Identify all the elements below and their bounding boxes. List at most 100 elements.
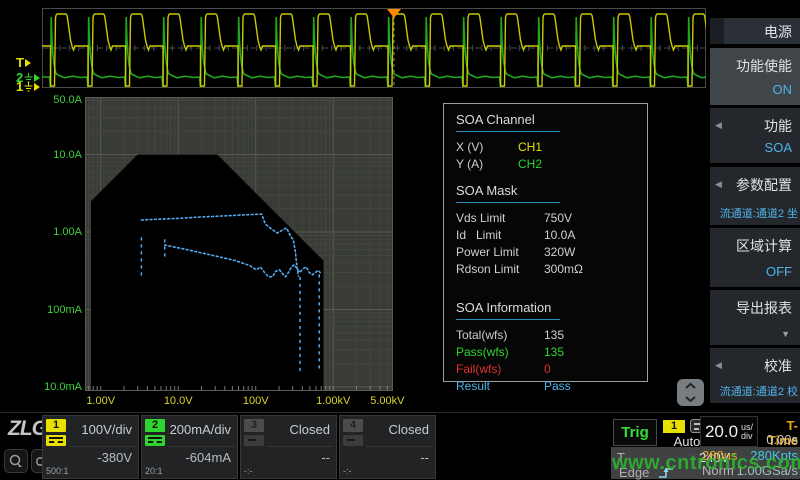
soa-row-label: Pass(wfs) bbox=[456, 344, 544, 361]
soa-panel-section: SOA Mask Vds Limit750VId Limit10.0APower … bbox=[456, 183, 635, 278]
soa-panel-row: Fail(wfs)0 bbox=[456, 361, 635, 378]
touch-mode-button[interactable] bbox=[4, 449, 28, 473]
channel-4-badge: 4 bbox=[343, 419, 363, 432]
touch-icon bbox=[8, 453, 24, 469]
oscilloscope-screen: T21 50.0A10.0A1.00A100mA10.0mA1.00V10.0V… bbox=[0, 0, 800, 480]
soa-panel-section: SOA Information Total(wfs)135Pass(wfs)135… bbox=[456, 300, 635, 395]
soa-panel-row: Power Limit320W bbox=[456, 244, 635, 261]
sidebar-item-params[interactable]: ◀ 参数配置流通道:通道2 坐 bbox=[710, 167, 800, 225]
soa-row-label: Fail(wfs) bbox=[456, 361, 544, 378]
channel-4-box[interactable]: 4 Closed -- -:- bbox=[339, 415, 436, 479]
soa-section-title: SOA Information bbox=[456, 300, 560, 320]
soa-info-panel: SOA Channel X (V)CH1Y (A)CH2 SOA Mask Vds L… bbox=[443, 103, 648, 382]
soa-row-value: 300mΩ bbox=[544, 261, 583, 278]
soa-panel-row: Rdson Limit300mΩ bbox=[456, 261, 635, 278]
coupling-icon bbox=[244, 435, 264, 446]
soa-section-title: SOA Channel bbox=[456, 112, 560, 132]
channel-scale: 100V/div bbox=[81, 422, 132, 437]
soa-row-label: Power Limit bbox=[456, 244, 544, 261]
sidebar-item-label: 区域计算 bbox=[736, 236, 792, 256]
y-axis-tick-label: 10.0mA bbox=[34, 381, 82, 393]
sidebar-item-area-calc[interactable]: 区域计算 OFF bbox=[710, 228, 800, 287]
sidebar-item-label: 参数配置 bbox=[736, 175, 792, 195]
soa-row-label: X (V) bbox=[456, 139, 518, 156]
channel-offset: -604mA bbox=[185, 450, 231, 465]
sidebar-item-function[interactable]: ◀功能SOA bbox=[710, 108, 800, 163]
soa-row-label: Rdson Limit bbox=[456, 261, 544, 278]
channel-2-box[interactable]: 2200mA/div-604mA20:1 bbox=[141, 415, 238, 479]
x-axis-tick-label: 1.00kV bbox=[316, 395, 350, 407]
soa-row-value: 0 bbox=[544, 361, 551, 378]
trigger-label: Trig bbox=[613, 419, 657, 446]
probe-ratio: 20:1 bbox=[145, 466, 163, 476]
channel-1-badge: 1 bbox=[46, 419, 66, 432]
chevron-left-icon: ◀ bbox=[715, 179, 722, 190]
channel-scale: Closed bbox=[290, 422, 330, 437]
soa-row-value: 10.0A bbox=[544, 227, 575, 244]
soa-row-value: 750V bbox=[544, 210, 572, 227]
sidebar-item-label: 校准 bbox=[764, 356, 792, 376]
channel-3-box[interactable]: 3Closed---:- bbox=[240, 415, 337, 479]
chevron-left-icon: ◀ bbox=[715, 360, 722, 371]
chevron-down-icon: ▼ bbox=[781, 329, 790, 339]
menu-sidebar: 电源功能使能ON◀功能SOA◀参数配置流通道:通道2 坐区域计算OFF导出报表▼… bbox=[708, 0, 800, 412]
soa-row-label: Id Limit bbox=[456, 227, 544, 244]
sidebar-item-power[interactable]: 电源 bbox=[710, 18, 800, 44]
marker-1: 1 bbox=[16, 79, 40, 94]
soa-plot bbox=[85, 97, 393, 391]
soa-row-label: Result bbox=[456, 378, 544, 395]
y-axis-tick-label: 1.00A bbox=[34, 226, 82, 238]
sidebar-item-calibration[interactable]: ◀ 校准流通道:通道2 校 bbox=[710, 348, 800, 403]
ground-icon bbox=[24, 82, 33, 92]
chevron-left-icon: ◀ bbox=[715, 120, 722, 131]
marker-arrow-icon bbox=[34, 83, 40, 91]
soa-panel-row: Vds Limit750V bbox=[456, 210, 635, 227]
soa-panel-row: Total(wfs)135 bbox=[456, 327, 635, 344]
channel-offset: -380V bbox=[97, 450, 132, 465]
soa-row-value: Pass bbox=[544, 378, 571, 395]
channel-1-box[interactable]: 1 100V/div -380V 500:1 bbox=[42, 415, 139, 479]
sidebar-item-value: SOA bbox=[765, 140, 792, 155]
chevron-down-icon bbox=[684, 395, 697, 403]
soa-row-value: 320W bbox=[544, 244, 575, 261]
marker-arrow-icon bbox=[25, 59, 31, 67]
y-axis-tick-label: 100mA bbox=[34, 304, 82, 316]
soa-panel-row: Id Limit10.0A bbox=[456, 227, 635, 244]
channel-offset: -- bbox=[420, 450, 429, 465]
soa-row-label: Vds Limit bbox=[456, 210, 544, 227]
soa-panel-row: Y (A)CH2 bbox=[456, 156, 635, 173]
soa-section-title: SOA Mask bbox=[456, 183, 560, 203]
marker-label: T bbox=[16, 55, 24, 70]
x-axis-tick-label: 100V bbox=[243, 395, 269, 407]
channel-offset: -- bbox=[321, 450, 330, 465]
soa-panel-row: ResultPass bbox=[456, 378, 635, 395]
sidebar-item-label: 导出报表 bbox=[736, 298, 792, 318]
menu-scroll-widget bbox=[677, 379, 704, 406]
timebase-scale: 20.0 bbox=[705, 422, 738, 442]
sidebar-item-enable[interactable]: 功能使能ON bbox=[710, 48, 800, 105]
soa-row-value: 135 bbox=[544, 327, 564, 344]
menu-scroll-up-button[interactable] bbox=[677, 379, 704, 393]
watermark: www.cntronics.com bbox=[612, 452, 800, 475]
channel-scale: Closed bbox=[389, 422, 429, 437]
x-axis-tick-label: 5.00kV bbox=[370, 395, 404, 407]
sidebar-item-value: OFF bbox=[766, 264, 792, 279]
probe-ratio: 500:1 bbox=[46, 466, 69, 476]
sidebar-item-subtext: 流通道:通道2 坐 bbox=[710, 205, 798, 221]
soa-row-label: Y (A) bbox=[456, 156, 518, 173]
sidebar-item-export[interactable]: 导出报表 ▼ bbox=[710, 290, 800, 345]
coupling-icon bbox=[343, 435, 363, 446]
soa-row-value: CH2 bbox=[518, 156, 542, 173]
marker-T: T bbox=[16, 55, 31, 70]
menu-scroll-down-button[interactable] bbox=[677, 393, 704, 407]
soa-panel-section: SOA Channel X (V)CH1Y (A)CH2 bbox=[456, 112, 635, 173]
x-axis-tick-label: 1.00V bbox=[86, 395, 115, 407]
soa-row-label: Total(wfs) bbox=[456, 327, 544, 344]
soa-panel-row: X (V)CH1 bbox=[456, 139, 635, 156]
sidebar-item-subtext: 流通道:通道2 校 bbox=[710, 383, 798, 399]
sidebar-item-label: 功能使能 bbox=[736, 56, 792, 76]
soa-row-value: CH1 bbox=[518, 139, 542, 156]
marker-label: 1 bbox=[16, 79, 23, 94]
probe-ratio: -:- bbox=[343, 466, 352, 476]
channel-3-badge: 3 bbox=[244, 419, 264, 432]
